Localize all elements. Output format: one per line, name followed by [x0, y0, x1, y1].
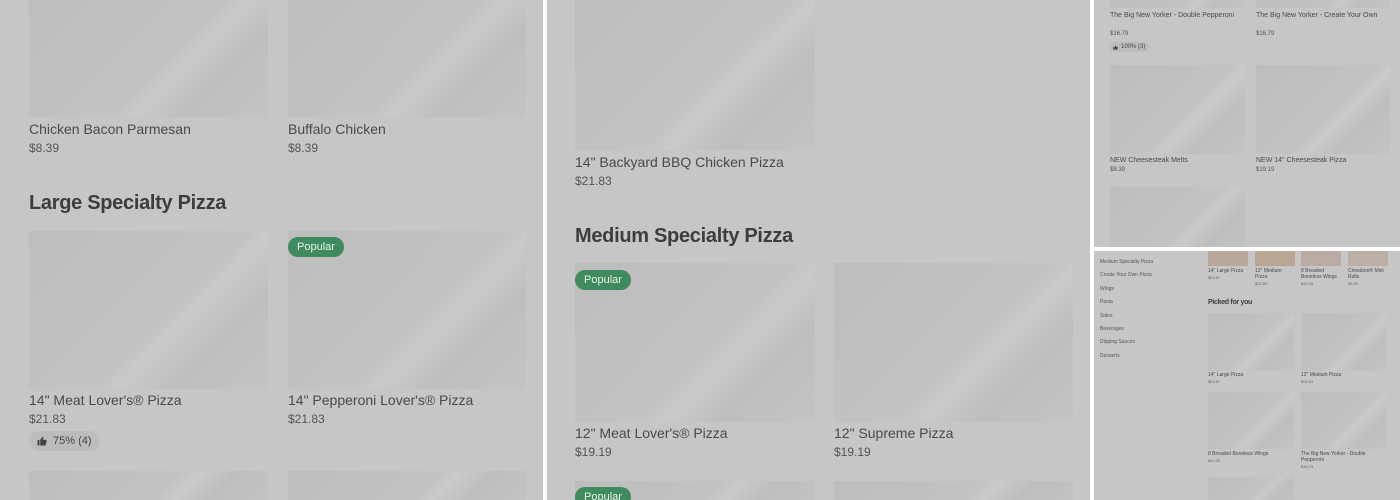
section-title: Picked for you [1208, 299, 1253, 306]
rating-text: 75% (4) [53, 435, 92, 447]
carousel-price: $10.05 [1301, 281, 1314, 286]
item-title[interactable]: 12" Supreme Pizza [834, 425, 953, 441]
item-title[interactable]: The Big New Yorker - Create Your Own [1256, 11, 1386, 20]
item-image[interactable] [1208, 392, 1294, 449]
carousel-title[interactable]: 12" Medium Pizza [1255, 268, 1295, 280]
carousel-price: $24.67 [1208, 275, 1221, 280]
item-title[interactable]: 14" Large Pizza [1208, 372, 1294, 378]
category-nav-item[interactable]: Create Your Own Pizza [1100, 272, 1152, 278]
item-title[interactable]: Chicken Bacon Parmesan [29, 121, 191, 137]
item-price: $22.83 [1301, 379, 1314, 384]
rating-text: 100% (3) [1121, 44, 1146, 50]
item-image[interactable] [1256, 0, 1390, 8]
item-image[interactable] [834, 263, 1073, 422]
item-image[interactable] [834, 481, 1073, 500]
item-price: $16.79 [1256, 31, 1275, 37]
popular-badge: Popular [575, 270, 631, 290]
item-image[interactable] [29, 471, 268, 500]
item-price: $19.19 [1256, 167, 1275, 173]
item-price: $8.39 [1110, 167, 1126, 173]
thumbs-up-icon [37, 436, 47, 446]
section-title: Large Specialty Pizza [29, 192, 227, 214]
category-nav-item[interactable]: Sides [1100, 313, 1113, 319]
item-image[interactable] [1256, 65, 1390, 154]
item-title[interactable]: 14" Pepperoni Lover's® Pizza [288, 392, 473, 408]
item-price: $21.83 [288, 412, 325, 426]
carousel-title[interactable]: 14" Large Pizza [1208, 268, 1248, 274]
item-title[interactable]: 14" Backyard BBQ Chicken Pizza [575, 154, 784, 170]
item-image[interactable] [29, 231, 268, 389]
item-title[interactable]: 14" Meat Lover's® Pizza [29, 392, 182, 408]
item-title[interactable]: The Big New Yorker - Double Pepperoni [1301, 451, 1387, 463]
item-price: $8.39 [29, 141, 60, 155]
carousel-image[interactable] [1301, 251, 1341, 266]
category-nav-item[interactable]: Pasta [1100, 299, 1113, 305]
popular-badge: Popular [288, 237, 344, 257]
item-image[interactable] [1208, 313, 1294, 371]
category-nav-item[interactable]: Beverages [1100, 326, 1124, 332]
carousel-title[interactable]: Cinnabon® Mini Rolls [1348, 268, 1388, 280]
item-title[interactable]: 12" Medium Pizza [1301, 372, 1387, 378]
rating-badge: 75% (4) [29, 431, 100, 451]
store-panel-medium-specialty: 14" Backyard BBQ Chicken Pizza $21.83 Me… [547, 0, 1090, 500]
category-nav-item[interactable]: Dipping Sauces [1100, 339, 1135, 345]
section-title: Medium Specialty Pizza [575, 225, 793, 247]
carousel-title[interactable]: 8 Breaded Boneless Wings [1301, 268, 1341, 280]
item-image[interactable] [288, 471, 526, 500]
store-panel-picked-for-you: Medium Specialty Pizza Create Your Own P… [1094, 251, 1400, 500]
item-image[interactable] [575, 0, 815, 150]
item-image[interactable] [1110, 187, 1245, 247]
store-panel-big-new-yorker: The Big New Yorker - Double Pepperoni $1… [1094, 0, 1400, 247]
item-price: $19.19 [834, 445, 871, 459]
carousel-image[interactable] [1348, 251, 1388, 266]
rating-badge: 100% (3) [1109, 42, 1150, 52]
popular-badge: Popular [575, 487, 631, 500]
item-image[interactable] [1301, 392, 1387, 449]
category-nav-item[interactable]: Wings [1100, 286, 1114, 292]
item-title[interactable]: 12" Meat Lover's® Pizza [575, 425, 728, 441]
item-price: $21.83 [575, 174, 612, 188]
item-price: $21.83 [29, 412, 66, 426]
carousel-price: $22.83 [1255, 281, 1268, 286]
item-price: $24.67 [1208, 379, 1221, 384]
item-title[interactable]: NEW Cheesesteak Melts [1110, 156, 1240, 165]
item-image[interactable] [1110, 65, 1245, 154]
item-price: $10.05 [1208, 458, 1221, 463]
item-price: $16.79 [1110, 31, 1129, 37]
item-image[interactable] [1208, 477, 1294, 500]
thumbs-up-icon [1113, 44, 1118, 50]
item-title[interactable]: NEW 14" Cheesesteak Pizza [1256, 156, 1386, 165]
item-title[interactable]: Buffalo Chicken [288, 121, 386, 137]
item-image[interactable] [1110, 0, 1245, 8]
item-image[interactable] [288, 0, 526, 117]
carousel-price: $8.39 [1348, 281, 1359, 286]
carousel-image[interactable] [1208, 251, 1248, 266]
store-panel-large-specialty: Chicken Bacon Parmesan $8.39 Buffalo Chi… [0, 0, 543, 500]
carousel-image[interactable] [1255, 251, 1295, 266]
item-price: $19.19 [575, 445, 612, 459]
category-nav-item[interactable]: Desserts [1100, 353, 1120, 359]
item-price: $8.39 [288, 141, 319, 155]
item-title[interactable]: The Big New Yorker - Double Pepperoni [1110, 11, 1240, 20]
item-image[interactable] [29, 0, 268, 117]
item-image[interactable] [1301, 313, 1387, 371]
category-nav-item[interactable]: Medium Specialty Pizza [1100, 259, 1153, 265]
item-price: $16.79 [1301, 464, 1314, 469]
item-title[interactable]: 8 Breaded Boneless Wings [1208, 451, 1294, 457]
